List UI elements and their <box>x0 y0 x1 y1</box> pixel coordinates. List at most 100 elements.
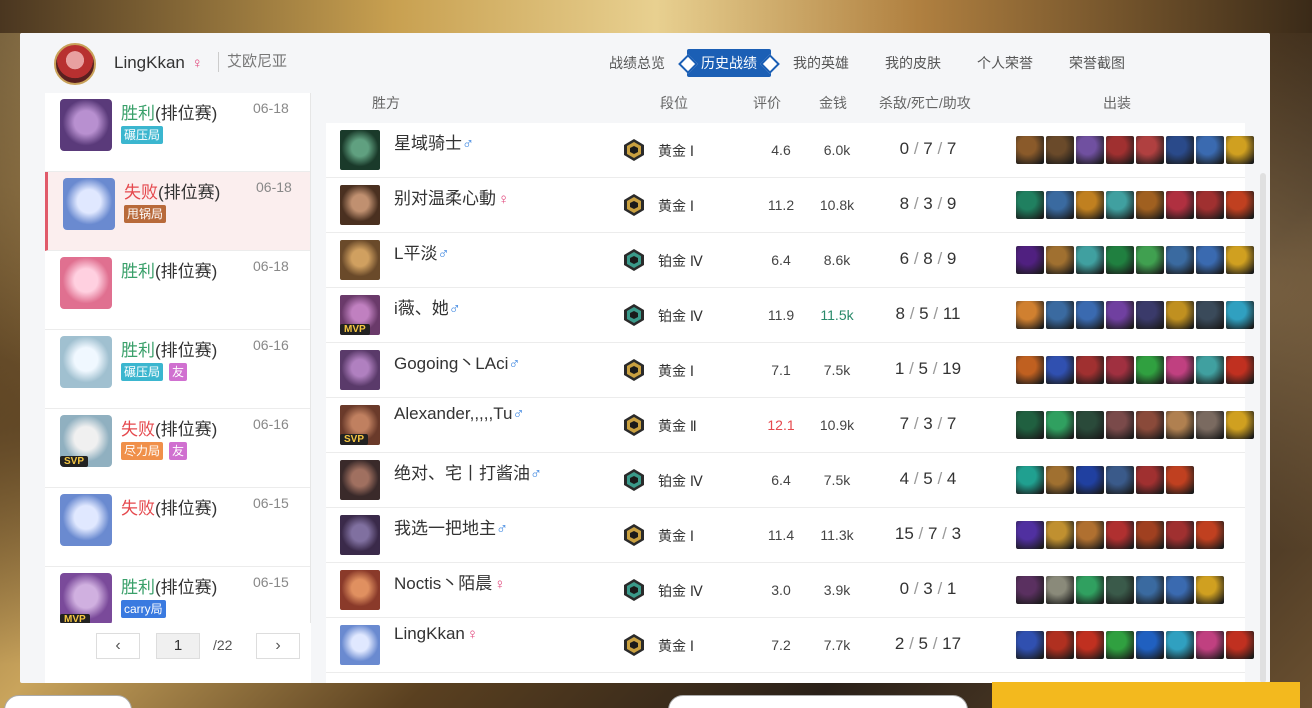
player-row[interactable]: LingKkan ♀ 黄金 Ⅰ 7.2 7.7k 2 / 5 / 17 <box>326 618 1254 673</box>
item-icon[interactable] <box>1196 356 1224 384</box>
item-icon[interactable] <box>1166 411 1194 439</box>
item-icon[interactable] <box>1106 246 1134 274</box>
item-icon[interactable] <box>1016 301 1044 329</box>
item-icon[interactable] <box>1016 466 1044 494</box>
item-icon[interactable] <box>1166 521 1194 549</box>
item-icon[interactable] <box>1046 136 1074 164</box>
item-icon[interactable] <box>1136 356 1164 384</box>
tab-4[interactable]: 个人荣誉 <box>963 49 1047 77</box>
item-icon[interactable] <box>1106 631 1134 659</box>
player-name[interactable]: Gogoing丶LAci♂ <box>394 349 520 374</box>
tab-0[interactable]: 战绩总览 <box>595 49 679 77</box>
player-name[interactable]: Noctis丶陌晨 ♀ <box>394 569 505 594</box>
item-icon[interactable] <box>1196 301 1224 329</box>
player-row[interactable]: 绝对、宅丨打酱油♂ 铂金 Ⅳ 6.4 7.5k 4 / 5 / 4 <box>326 453 1245 508</box>
match-list-item[interactable]: SVP 失败(排位赛) 06-16 尽力局友 <box>45 409 310 488</box>
champion-avatar[interactable] <box>340 570 380 610</box>
item-icon[interactable] <box>1196 411 1224 439</box>
item-icon[interactable] <box>1076 136 1104 164</box>
bottom-right-button[interactable] <box>992 682 1300 708</box>
item-icon[interactable] <box>1046 521 1074 549</box>
item-icon[interactable] <box>1076 521 1104 549</box>
match-list-item[interactable]: 胜利(排位赛) 06-16 碾压局友 <box>45 330 310 409</box>
next-page-button[interactable]: › <box>256 633 300 659</box>
item-icon[interactable] <box>1196 521 1224 549</box>
item-icon[interactable] <box>1046 246 1074 274</box>
champion-avatar[interactable]: MVP <box>340 295 380 335</box>
item-icon[interactable] <box>1076 631 1104 659</box>
match-list-item[interactable]: 胜利(排位赛) 06-18 碾压局 <box>45 93 310 172</box>
item-icon[interactable] <box>1136 576 1164 604</box>
item-icon[interactable] <box>1136 521 1164 549</box>
item-icon[interactable] <box>1166 356 1194 384</box>
item-icon[interactable] <box>1226 301 1254 329</box>
item-icon[interactable] <box>1046 356 1074 384</box>
champion-avatar[interactable] <box>340 515 380 555</box>
user-avatar[interactable] <box>54 43 96 85</box>
item-icon[interactable] <box>1076 576 1104 604</box>
item-icon[interactable] <box>1046 411 1074 439</box>
item-icon[interactable] <box>1166 301 1194 329</box>
item-icon[interactable] <box>1016 246 1044 274</box>
item-icon[interactable] <box>1226 136 1254 164</box>
item-icon[interactable] <box>1046 466 1074 494</box>
tab-3[interactable]: 我的皮肤 <box>871 49 955 77</box>
player-name[interactable]: Alexander,,,,,Tu♂ <box>394 404 524 424</box>
player-name[interactable]: 星域骑士♂ <box>394 129 474 154</box>
player-name[interactable]: LingKkan ♀ <box>394 624 478 644</box>
item-icon[interactable] <box>1166 136 1194 164</box>
player-name[interactable]: 绝对、宅丨打酱油♂ <box>394 459 542 484</box>
item-icon[interactable] <box>1226 631 1254 659</box>
bottom-left-button[interactable] <box>4 695 132 708</box>
item-icon[interactable] <box>1076 191 1104 219</box>
player-row[interactable]: Gogoing丶LAci♂ 黄金 Ⅰ 7.1 7.5k 1 / 5 / 19 <box>326 343 1254 398</box>
item-icon[interactable] <box>1136 411 1164 439</box>
item-icon[interactable] <box>1016 411 1044 439</box>
tab-5[interactable]: 荣誉截图 <box>1055 49 1139 77</box>
item-icon[interactable] <box>1196 576 1224 604</box>
player-row[interactable]: SVP Alexander,,,,,Tu♂ 黄金 Ⅱ 12.1 10.9k 7 / 3 /… <box>326 398 1254 453</box>
champion-avatar[interactable] <box>340 240 380 280</box>
item-icon[interactable] <box>1046 576 1074 604</box>
champion-avatar[interactable] <box>340 130 380 170</box>
player-name[interactable]: 别对温柔心動 ♀ <box>394 184 509 209</box>
item-icon[interactable] <box>1166 576 1194 604</box>
item-icon[interactable] <box>1226 411 1254 439</box>
item-icon[interactable] <box>1136 466 1164 494</box>
item-icon[interactable] <box>1106 411 1134 439</box>
item-icon[interactable] <box>1106 136 1134 164</box>
item-icon[interactable] <box>1076 466 1104 494</box>
match-list-item[interactable]: 失败(排位赛) 06-18 甩锅局 <box>45 172 310 251</box>
item-icon[interactable] <box>1016 576 1044 604</box>
item-icon[interactable] <box>1196 631 1224 659</box>
item-icon[interactable] <box>1046 191 1074 219</box>
item-icon[interactable] <box>1226 246 1254 274</box>
item-icon[interactable] <box>1046 631 1074 659</box>
player-row[interactable]: 我选一把地主♂ 黄金 Ⅰ 11.4 11.3k 15 / 7 / 3 <box>326 508 1245 563</box>
champion-avatar[interactable]: SVP <box>340 405 380 445</box>
item-icon[interactable] <box>1136 631 1164 659</box>
item-icon[interactable] <box>1196 136 1224 164</box>
item-icon[interactable] <box>1136 246 1164 274</box>
bottom-middle-button[interactable] <box>668 695 968 708</box>
champion-avatar[interactable] <box>340 460 380 500</box>
item-icon[interactable] <box>1076 301 1104 329</box>
item-icon[interactable] <box>1166 631 1194 659</box>
item-icon[interactable] <box>1136 136 1164 164</box>
champion-avatar[interactable] <box>340 185 380 225</box>
item-icon[interactable] <box>1106 301 1134 329</box>
item-icon[interactable] <box>1106 521 1134 549</box>
item-icon[interactable] <box>1016 356 1044 384</box>
player-row[interactable]: MVP i薇、她♂ 铂金 Ⅳ 11.9 11.5k 8 / 5 / 11 <box>326 288 1254 343</box>
player-row[interactable]: 别对温柔心動 ♀ 黄金 Ⅰ 11.2 10.8k 8 / 3 / 9 <box>326 178 1254 233</box>
player-name[interactable]: L平淡♂ <box>394 239 449 264</box>
page-number-input[interactable]: 1 <box>156 633 200 659</box>
scrollbar[interactable] <box>1260 173 1266 683</box>
item-icon[interactable] <box>1196 246 1224 274</box>
player-name[interactable]: 我选一把地主♂ <box>394 514 508 539</box>
item-icon[interactable] <box>1106 191 1134 219</box>
item-icon[interactable] <box>1226 191 1254 219</box>
item-icon[interactable] <box>1016 136 1044 164</box>
tab-2[interactable]: 我的英雄 <box>779 49 863 77</box>
item-icon[interactable] <box>1016 521 1044 549</box>
